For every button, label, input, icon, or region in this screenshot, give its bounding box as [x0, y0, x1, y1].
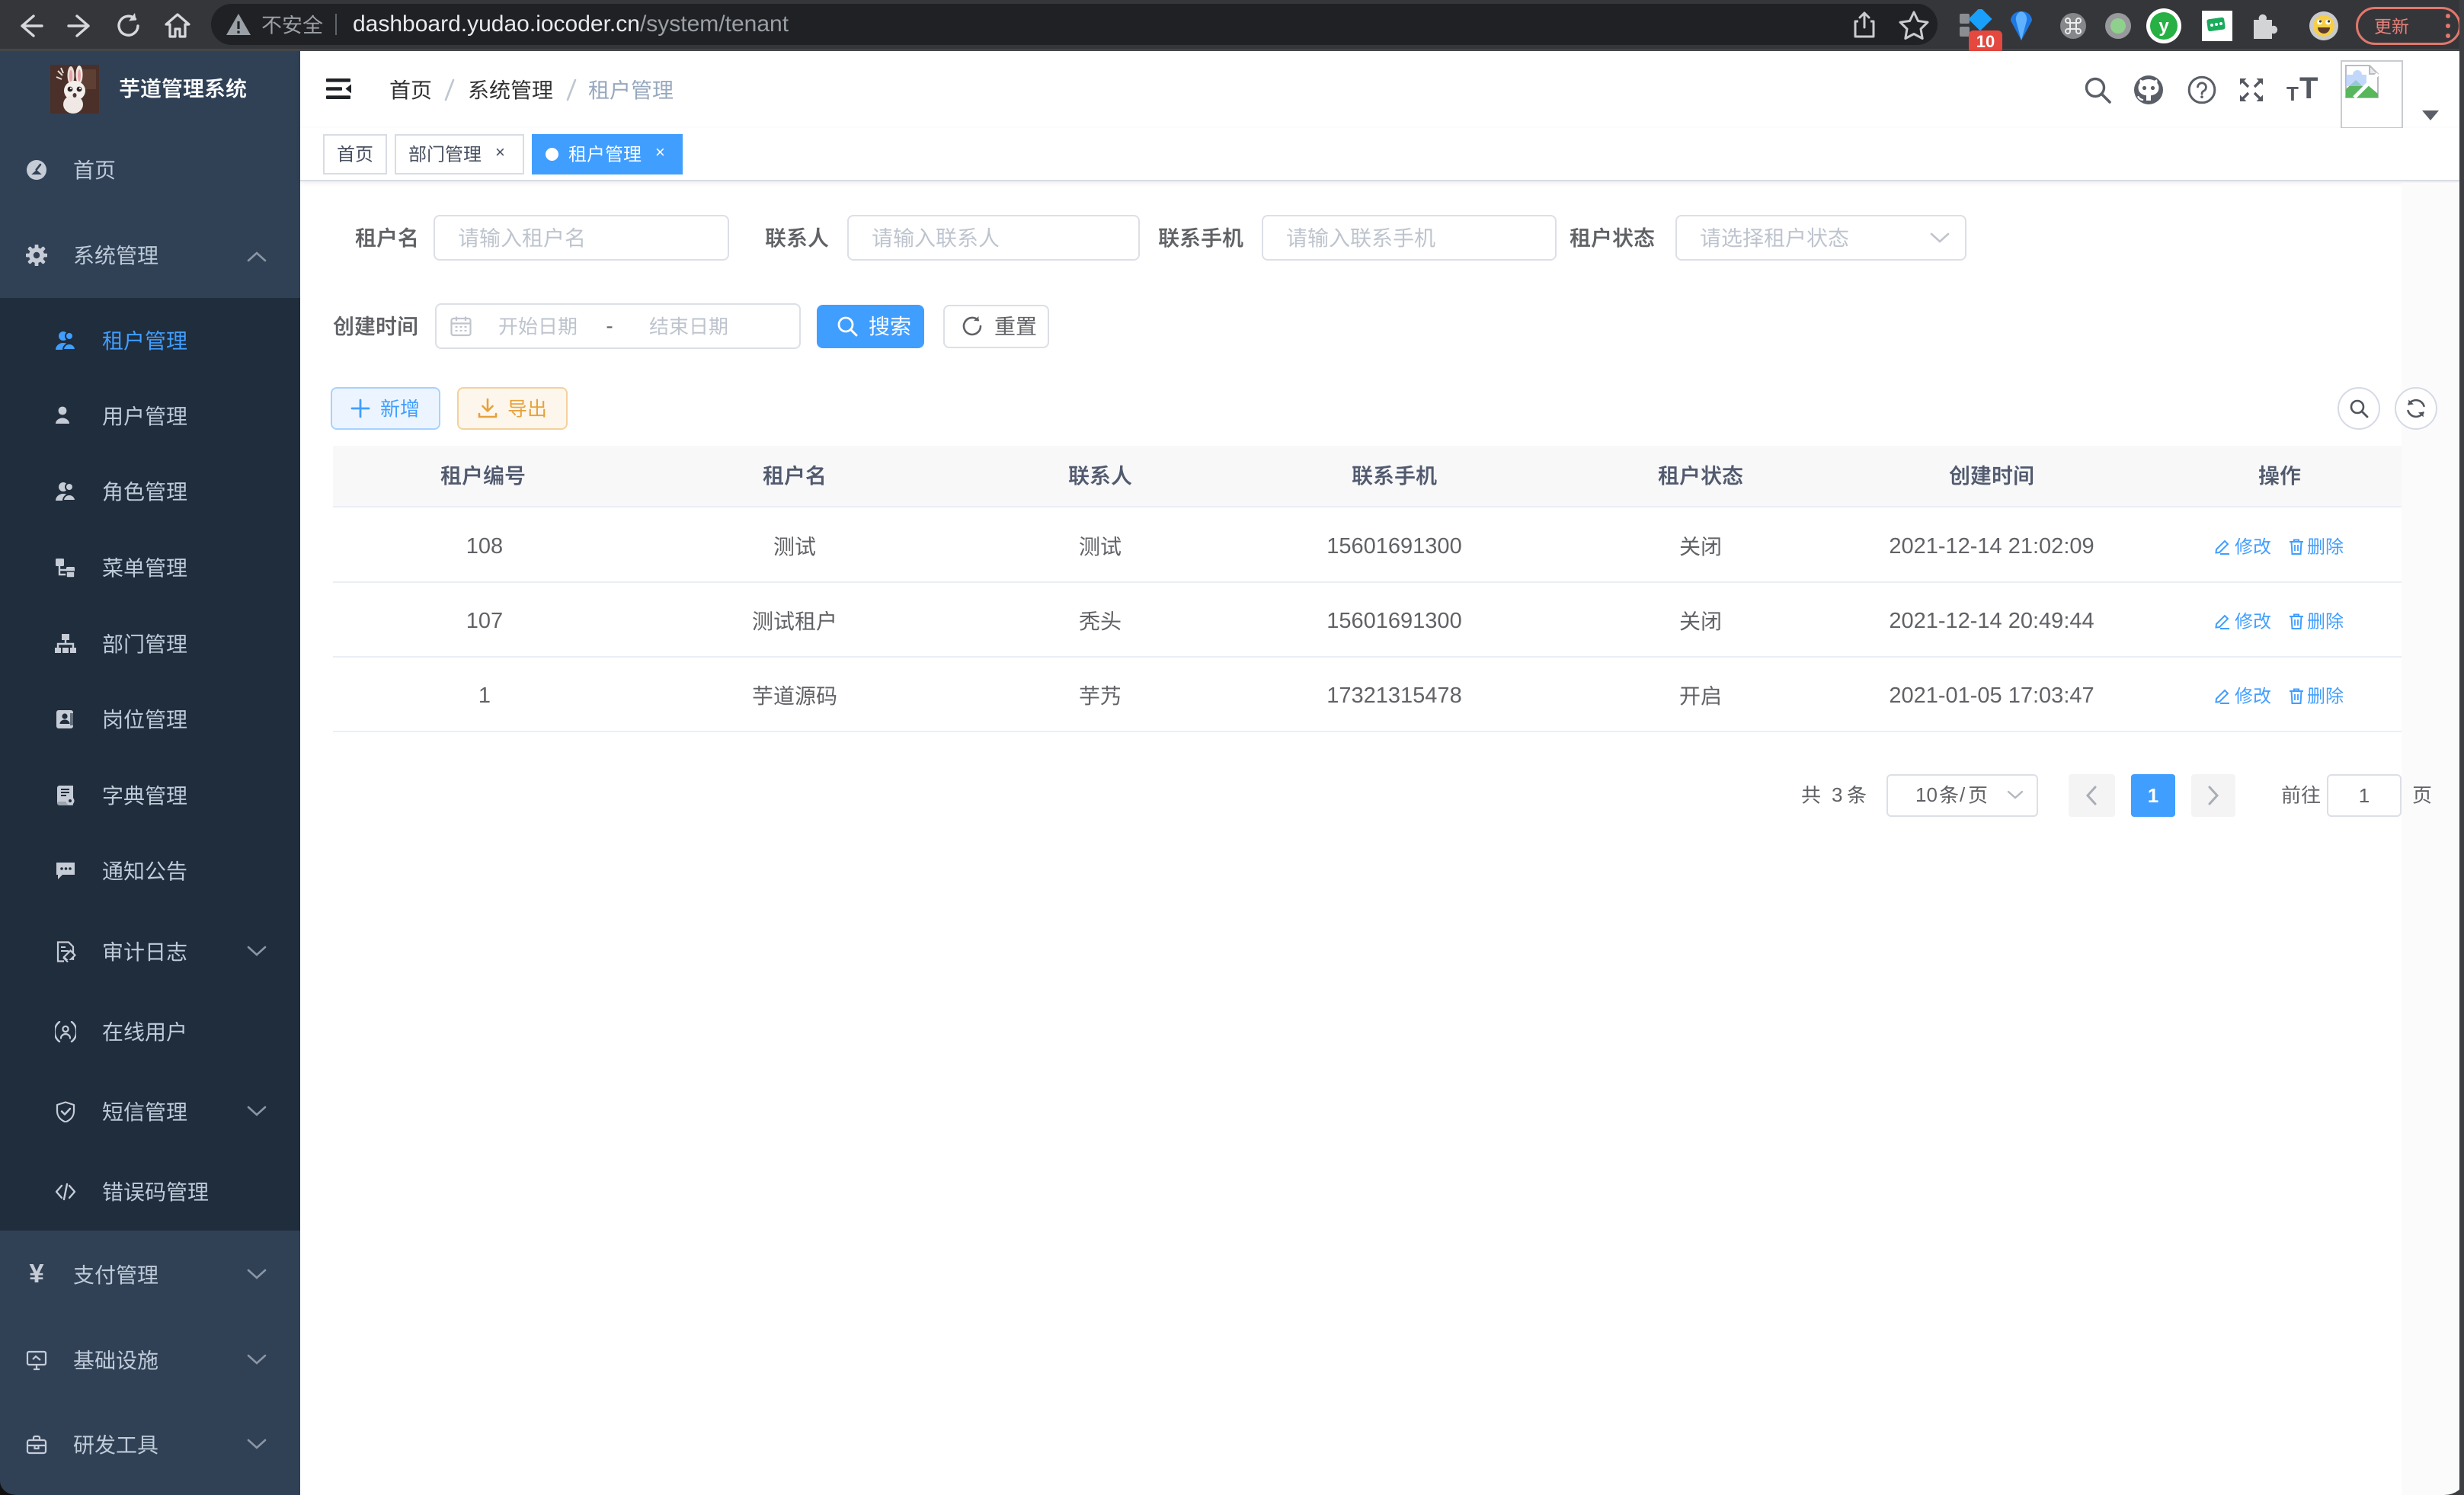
svg-text:y: y	[2158, 16, 2169, 37]
svg-text:¥: ¥	[29, 1264, 44, 1285]
